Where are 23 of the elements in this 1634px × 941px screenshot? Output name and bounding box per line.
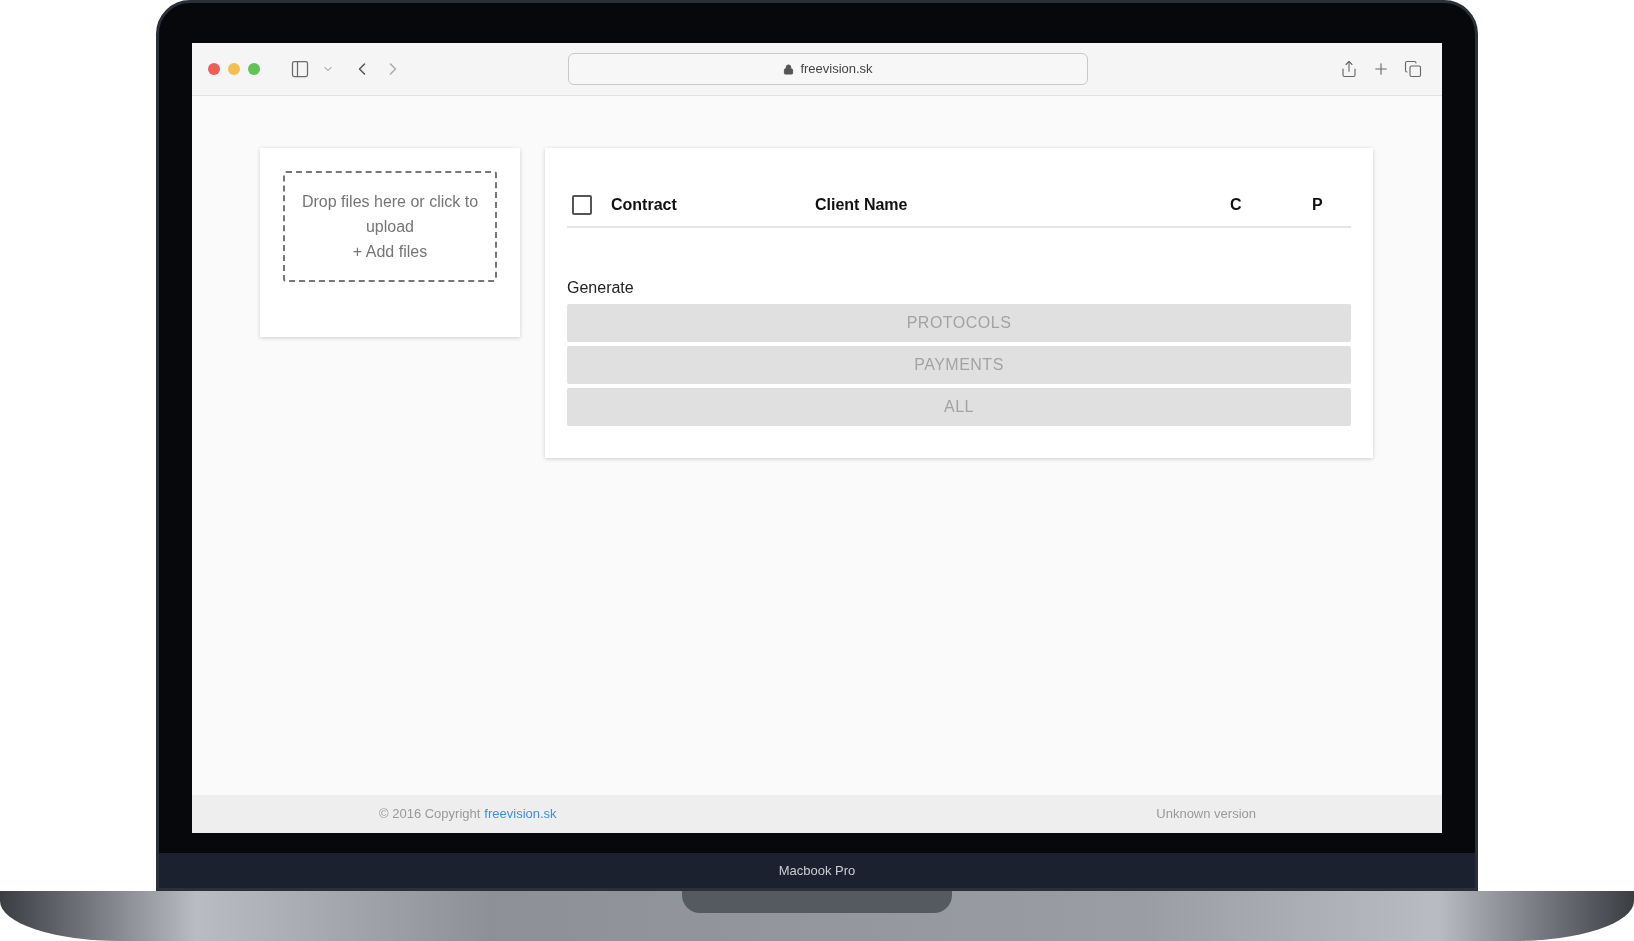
column-header: P	[1312, 195, 1324, 215]
tabs-overview-icon[interactable]	[1404, 60, 1422, 78]
version-text: Unknown version	[1156, 805, 1256, 824]
select-all-checkbox[interactable]	[572, 195, 592, 215]
address-bar[interactable]: freevision.sk	[568, 53, 1088, 85]
column-header: C	[1230, 195, 1243, 215]
share-icon[interactable]	[1340, 60, 1358, 78]
lock-icon	[783, 63, 795, 75]
generate-label: Generate	[567, 278, 634, 298]
maximize-button[interactable]	[248, 63, 260, 75]
close-button[interactable]	[208, 63, 220, 75]
site-link[interactable]: freevision.sk	[484, 804, 557, 824]
url-text: freevision.sk	[800, 60, 873, 79]
add-files-link[interactable]: + Add files	[352, 239, 428, 264]
minimize-button[interactable]	[228, 63, 240, 75]
device-label: Macbook Pro	[778, 861, 856, 880]
column-header: Contract	[611, 195, 678, 215]
drop-prompt: Drop files here or click to upload	[300, 192, 480, 237]
copyright-text: © 2016 Copyright	[379, 805, 481, 824]
new-tab-icon[interactable]	[1372, 60, 1390, 78]
column-header: Client Name	[815, 195, 909, 215]
file-drop-zone[interactable]: Drop files here or click to upload + Add files	[283, 171, 497, 282]
sidebar-icon[interactable]	[290, 59, 310, 79]
